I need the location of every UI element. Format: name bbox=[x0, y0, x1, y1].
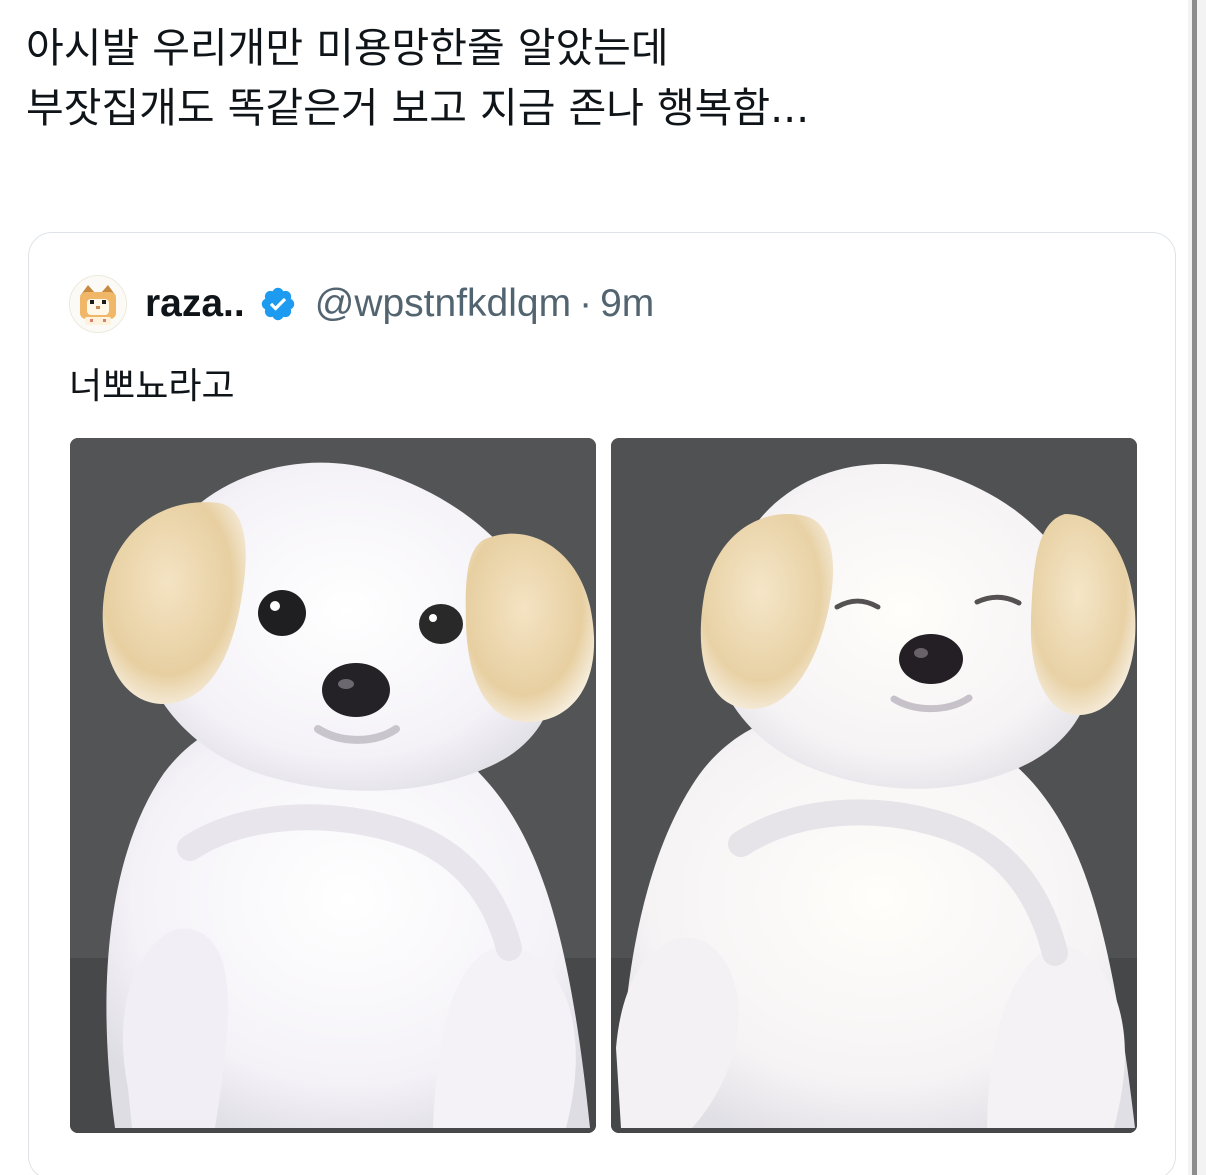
tweet-screenshot: 아시발 우리개만 미용망한줄 알았는데 부잣집개도 똑같은거 보고 지금 존나 … bbox=[0, 0, 1206, 1175]
tweet-text-line-2: 부잣집개도 똑같은거 보고 지금 존나 행복함... bbox=[26, 84, 810, 132]
quoted-author-handle[interactable]: @wpstnfkdlqm bbox=[315, 282, 571, 326]
tweet-text: 아시발 우리개만 미용망한줄 알았는데 부잣집개도 똑같은거 보고 지금 존나 … bbox=[26, 18, 1166, 138]
tweet-time[interactable]: 9m bbox=[600, 282, 654, 326]
tweet-text-line-1: 아시발 우리개만 미용망한줄 알았는데 bbox=[26, 24, 669, 72]
quoted-tweet-card[interactable]: raza.. @wpstnfkdlqm · 9m 너뽀뇨라고 bbox=[28, 232, 1176, 1175]
dog-eyes-open-illustration bbox=[70, 438, 596, 1133]
quoted-tweet-text: 너뽀뇨라고 bbox=[69, 366, 235, 407]
dog-eyes-closed-illustration bbox=[611, 438, 1137, 1133]
hamster-avatar-icon[interactable] bbox=[69, 275, 127, 333]
dog-photo-eyes-closed[interactable] bbox=[611, 438, 1137, 1133]
verified-badge-icon bbox=[261, 287, 294, 321]
quoted-author-name[interactable]: raza.. bbox=[145, 282, 245, 326]
header-separator: · bbox=[579, 282, 593, 325]
quoted-tweet-header: raza.. @wpstnfkdlqm · 9m bbox=[69, 273, 654, 335]
scrollbar[interactable] bbox=[1188, 0, 1206, 1175]
dog-photo-eyes-open[interactable] bbox=[70, 438, 596, 1133]
